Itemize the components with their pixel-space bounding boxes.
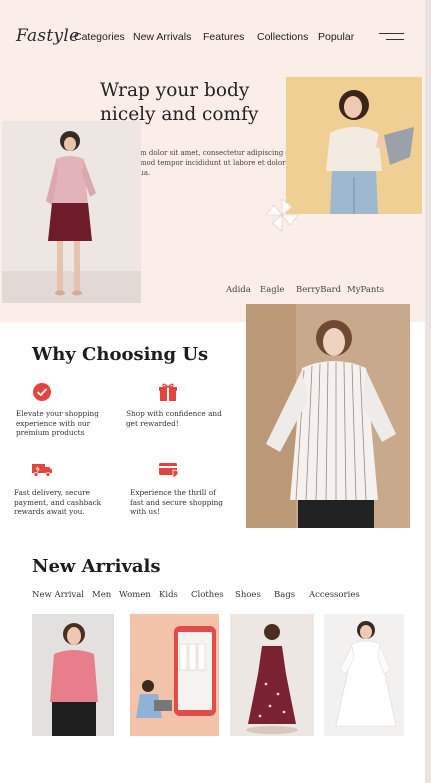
secure-card-icon xyxy=(159,463,179,479)
category-accessories[interactable]: Accessories xyxy=(309,590,360,600)
new-arrivals-title: New Arrivals xyxy=(32,556,161,577)
why-title: Why Choosing Us xyxy=(32,344,209,365)
nav-item-new-arrivals[interactable]: New Arrivals xyxy=(133,31,191,43)
delivery-truck-icon xyxy=(32,464,52,477)
why-photo-striped-shirt-model xyxy=(246,304,410,528)
feature-text-secure-shopping: Experience the thrill of fast and secure… xyxy=(130,488,223,517)
pinwheel-icon xyxy=(265,198,299,232)
product-card-floral-dress[interactable] xyxy=(230,614,314,736)
hero-photo-laptop-model xyxy=(286,77,422,214)
category-kids[interactable]: Kids xyxy=(159,590,178,600)
category-women[interactable]: Women xyxy=(119,590,151,600)
category-men[interactable]: Men xyxy=(92,590,111,600)
hero-heading: Wrap your body nicely and comfy xyxy=(100,80,259,125)
gift-icon xyxy=(159,383,177,401)
hamburger-icon[interactable] xyxy=(379,33,404,42)
nav-item-collections[interactable]: Collections xyxy=(257,31,308,43)
hero-photo-skirt-model xyxy=(2,121,141,303)
product-card-white-dress[interactable] xyxy=(324,614,404,736)
feature-text-delivery: Fast delivery, secure payment, and cashb… xyxy=(14,488,102,517)
category-bags[interactable]: Bags xyxy=(274,590,295,600)
feature-text-rewards: Shop with confidence and get rewarded! xyxy=(126,409,222,428)
nav-item-popular[interactable]: Popular xyxy=(318,31,354,43)
product-card-pink-shirt[interactable] xyxy=(32,614,114,736)
nav-item-features[interactable]: Features xyxy=(203,31,244,43)
brand-berrybard[interactable]: BerryBard xyxy=(296,285,341,295)
category-shoes[interactable]: Shoes xyxy=(235,590,261,600)
product-card-online-shopping[interactable] xyxy=(130,614,219,736)
check-badge-icon xyxy=(33,383,51,401)
category-new-arrival[interactable]: New Arrival xyxy=(32,590,84,600)
nav-item-categories[interactable]: Categories xyxy=(74,31,125,43)
category-clothes[interactable]: Clothes xyxy=(191,590,224,600)
brand-eagle[interactable]: Eagle xyxy=(260,285,284,295)
feature-text-premium: Elevate your shopping experience with ou… xyxy=(16,409,99,438)
brand-mypants[interactable]: MyPants xyxy=(347,285,384,295)
brand-adida[interactable]: Adida xyxy=(226,285,251,295)
page: Fastyle Categories New Arrivals Features… xyxy=(0,0,425,783)
logo[interactable]: Fastyle xyxy=(16,26,80,46)
